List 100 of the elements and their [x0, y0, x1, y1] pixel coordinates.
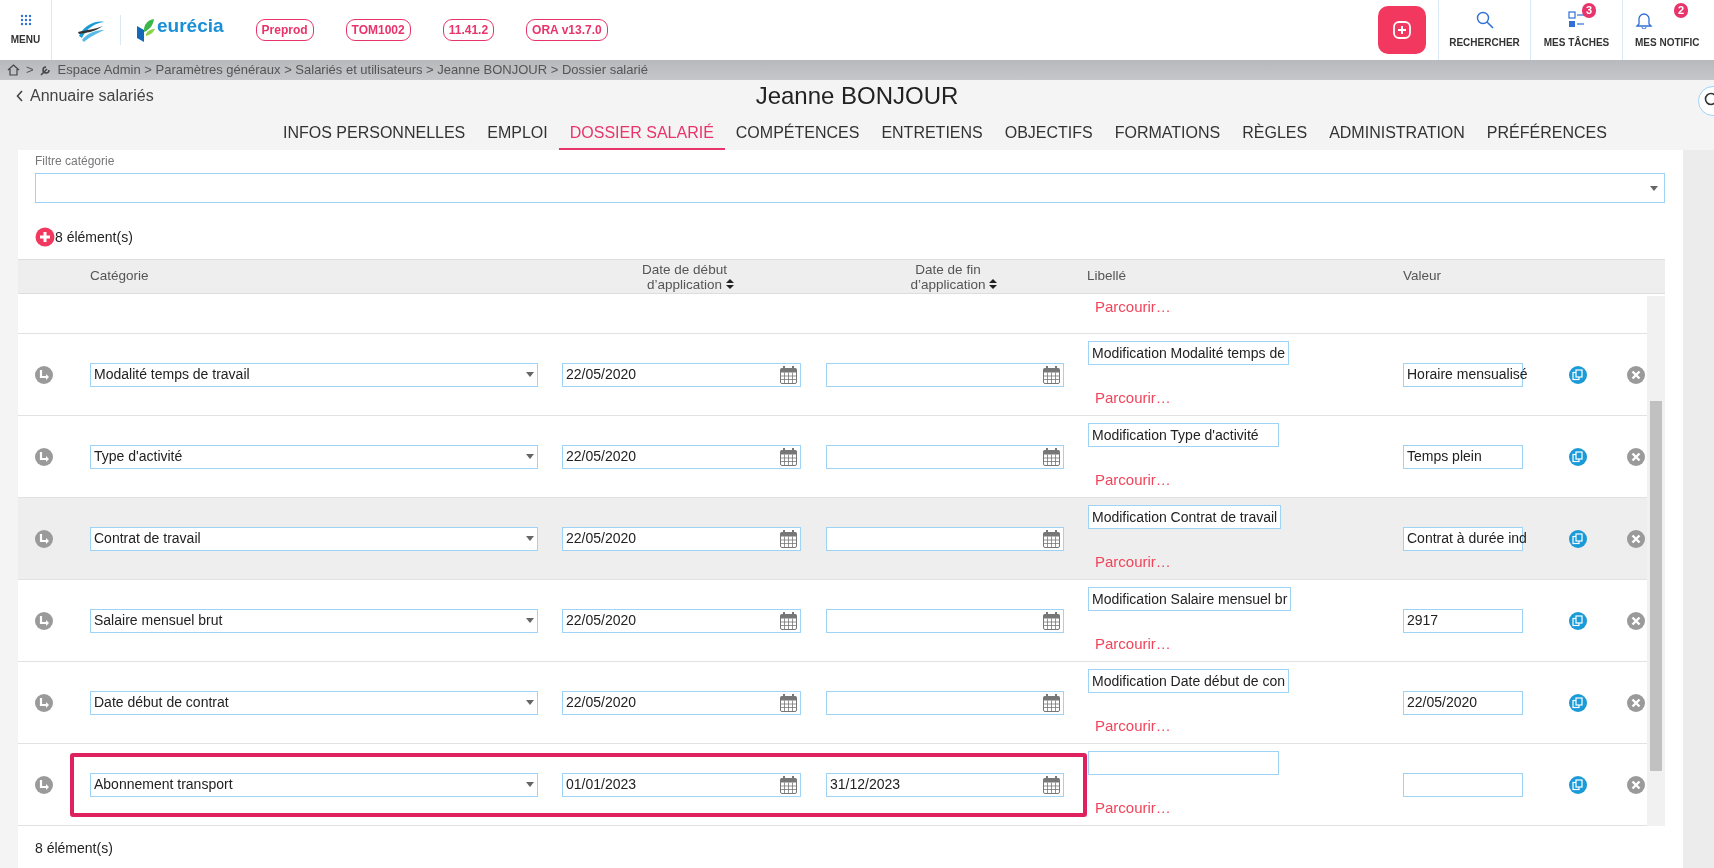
start-date-field[interactable]: 22/05/2020 — [562, 362, 801, 387]
search-icon — [1475, 10, 1494, 29]
sort-icon[interactable] — [725, 278, 734, 289]
nav-tab[interactable]: OBJECTIFS — [993, 118, 1104, 150]
delete-icon[interactable] — [1627, 611, 1645, 630]
category-filter-select[interactable] — [35, 173, 1665, 203]
chevron-left-icon — [16, 90, 24, 102]
nav-tab[interactable]: ADMINISTRATION — [1318, 118, 1476, 150]
start-date-field[interactable]: 22/05/2020 — [562, 444, 801, 469]
calendar-icon — [780, 447, 797, 466]
back-link[interactable]: Annuaire salariés — [16, 84, 154, 108]
column-header: Valeur — [1403, 268, 1442, 284]
value-field[interactable]: Temps plein — [1403, 444, 1523, 469]
calendar-icon — [1043, 611, 1060, 630]
start-date-field[interactable]: 01/01/2023 — [562, 772, 801, 797]
count-badge: 3 — [1581, 3, 1597, 18]
caret-down-icon — [526, 536, 534, 541]
start-date-field[interactable]: 22/05/2020 — [562, 608, 801, 633]
category-select[interactable]: Abonnement transport — [90, 772, 538, 797]
label-field[interactable]: Modification Type d'activité — [1088, 423, 1279, 447]
nav-tab[interactable]: RÈGLES — [1231, 118, 1319, 150]
add-icon — [1393, 21, 1411, 39]
bell-icon — [1635, 10, 1653, 29]
delete-icon[interactable] — [1627, 693, 1645, 712]
environment-badge: Preprod — [255, 19, 314, 41]
end-date-field[interactable]: 31/12/2023 — [826, 772, 1064, 797]
category-select[interactable]: Modalité temps de travail — [90, 362, 538, 387]
label-field[interactable]: Modification Modalité temps de — [1088, 341, 1289, 365]
label-field[interactable] — [1088, 751, 1279, 775]
nav-tab[interactable]: FORMATIONS — [1103, 118, 1232, 150]
copy-icon[interactable] — [1569, 365, 1587, 384]
label-field[interactable]: Modification Date début de con — [1088, 669, 1289, 693]
delete-icon[interactable] — [1627, 775, 1645, 794]
calendar-icon — [780, 365, 797, 384]
column-header: Libellé — [1087, 268, 1127, 284]
end-date-field[interactable] — [826, 526, 1064, 551]
item-count: 8 élément(s) — [35, 839, 114, 858]
leaf-logo-icon — [135, 18, 155, 42]
calendar-icon — [780, 611, 797, 630]
calendar-icon — [780, 775, 797, 794]
value-field[interactable] — [1403, 772, 1523, 797]
category-select[interactable]: Type d'activité — [90, 444, 538, 469]
nav-tab[interactable]: ENTRETIENS — [870, 118, 994, 150]
browse-link[interactable]: Parcourir… — [1095, 632, 1171, 655]
item-count: 8 élément(s) — [55, 227, 133, 247]
browse-link[interactable]: Parcourir… — [1095, 296, 1171, 319]
environment-badge: TOM1002 — [345, 19, 411, 41]
browse-link[interactable]: Parcourir… — [1095, 714, 1171, 737]
caret-down-icon — [526, 454, 534, 459]
end-date-field[interactable] — [826, 690, 1064, 715]
home-icon — [7, 64, 20, 76]
browse-link[interactable]: Parcourir… — [1095, 468, 1171, 491]
nav-tab[interactable]: INFOS PERSONNELLES — [272, 118, 477, 150]
caret-down-icon — [526, 372, 534, 377]
sort-icon[interactable] — [989, 278, 997, 289]
delete-icon[interactable] — [1627, 365, 1645, 384]
nav-tab[interactable]: COMPÉTENCES — [724, 118, 871, 150]
category-select[interactable]: Date début de contrat — [90, 690, 538, 715]
caret-down-icon — [526, 618, 534, 623]
environment-badge: ORA v13.7.0 — [526, 19, 608, 41]
browse-link[interactable]: Parcourir… — [1095, 386, 1171, 409]
wrench-icon — [39, 64, 52, 76]
copy-icon[interactable] — [1569, 693, 1587, 712]
environment-badge: 11.41.2 — [442, 19, 495, 41]
calendar-icon — [1043, 529, 1060, 548]
brand-name: eurécia — [157, 13, 224, 38]
nav-tab[interactable]: PRÉFÉRENCES — [1475, 118, 1618, 150]
column-header: Catégorie — [90, 267, 149, 286]
end-date-field[interactable] — [826, 444, 1064, 469]
category-select[interactable]: Contrat de travail — [90, 526, 538, 551]
nav-tab[interactable]: EMPLOI — [476, 118, 559, 150]
column-header[interactable]: Date de début d’application — [629, 261, 740, 292]
calendar-icon — [1043, 775, 1060, 794]
add-button[interactable] — [1378, 6, 1426, 54]
copy-icon[interactable] — [1569, 611, 1587, 630]
copy-icon[interactable] — [1569, 447, 1587, 466]
menu-icon — [19, 13, 32, 26]
count-badge: 2 — [1673, 3, 1689, 18]
end-date-field[interactable] — [826, 362, 1064, 387]
copy-icon[interactable] — [1569, 529, 1587, 548]
filter-label: Filtre catégorie — [35, 155, 115, 167]
category-select[interactable]: Salaire mensuel brut — [90, 608, 538, 633]
caret-down-icon — [526, 700, 534, 705]
value-field[interactable]: 2917 — [1403, 608, 1523, 633]
delete-icon[interactable] — [1627, 447, 1645, 466]
add-row-icon[interactable] — [35, 227, 55, 247]
calendar-icon — [1043, 365, 1060, 384]
delete-icon[interactable] — [1627, 529, 1645, 548]
caret-down-icon — [1650, 185, 1658, 191]
browse-link[interactable]: Parcourir… — [1095, 796, 1171, 819]
label-field[interactable]: Modification Contrat de travail — [1088, 505, 1282, 529]
start-date-field[interactable]: 22/05/2020 — [562, 690, 801, 715]
value-field[interactable]: 22/05/2020 — [1403, 690, 1523, 715]
end-date-field[interactable] — [826, 608, 1064, 633]
scrollbar[interactable] — [1647, 296, 1665, 826]
start-date-field[interactable]: 22/05/2020 — [562, 526, 801, 551]
label-field[interactable]: Modification Salaire mensuel br — [1088, 587, 1292, 611]
column-header[interactable]: Date de fin d’application — [893, 261, 1003, 292]
copy-icon[interactable] — [1569, 775, 1587, 794]
calendar-icon — [1043, 693, 1060, 712]
